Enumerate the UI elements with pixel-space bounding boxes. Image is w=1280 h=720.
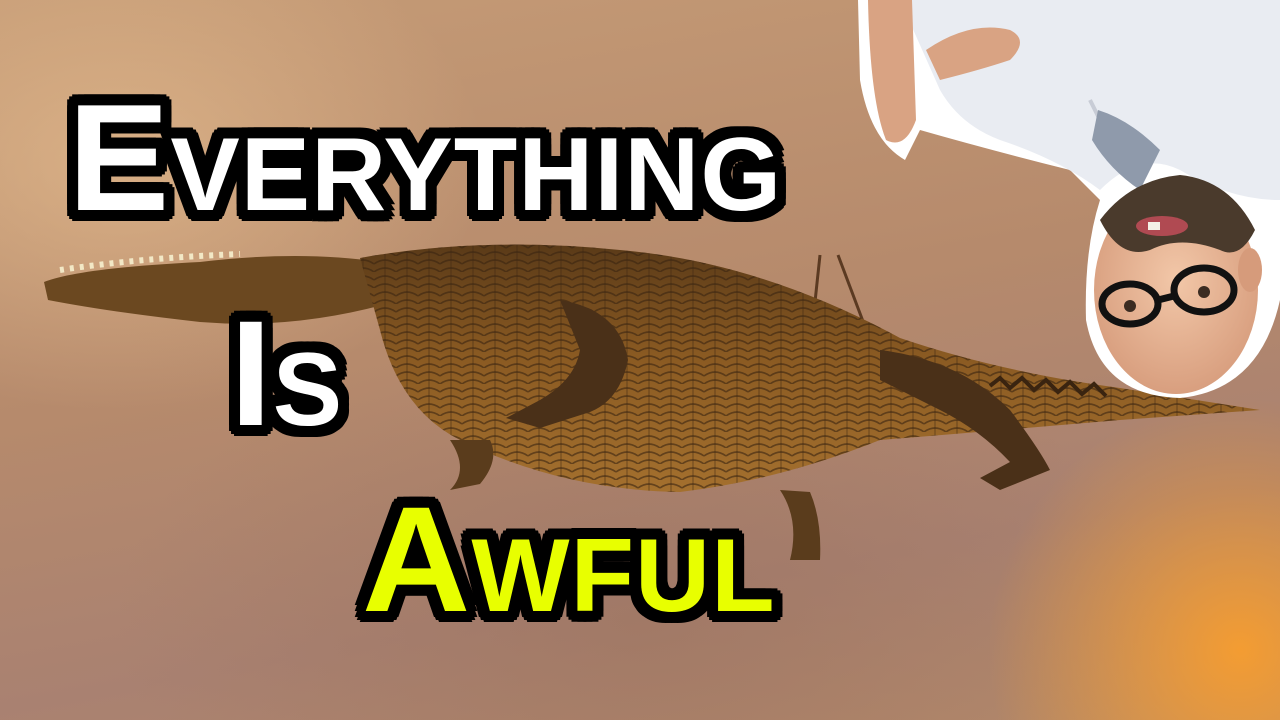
- title-line-is: IS: [230, 298, 343, 448]
- title-line-awful: AWFUL: [362, 484, 776, 634]
- title-initial: E: [68, 73, 171, 243]
- title-rest: WFUL: [471, 518, 776, 634]
- title-initial: I: [230, 289, 273, 457]
- title-line-everything: EVERYTHING: [68, 82, 782, 234]
- title-rest: S: [272, 332, 344, 448]
- title-rest: VERYTHING: [170, 117, 783, 233]
- thumbnail: EVERYTHING IS AWFUL: [0, 0, 1280, 720]
- upside-down-man-cutout: [858, 0, 1280, 398]
- title-initial: A: [362, 475, 472, 643]
